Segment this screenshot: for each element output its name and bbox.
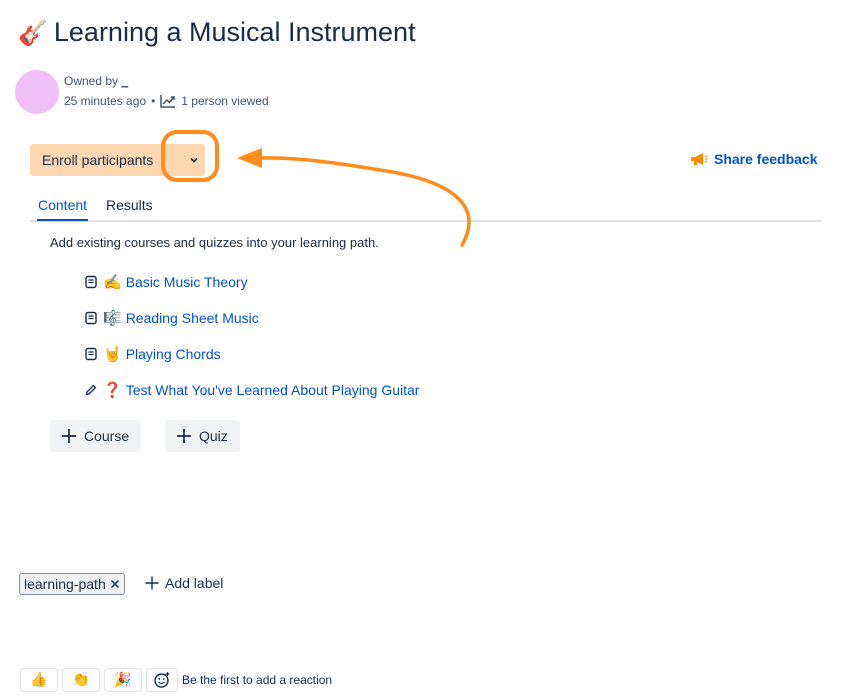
- add-label-button[interactable]: Add label: [145, 575, 223, 591]
- add-reaction-button[interactable]: [146, 668, 178, 692]
- clapping-reaction-button[interactable]: 👏: [62, 668, 100, 692]
- annotation-highlight-circle: [161, 130, 219, 182]
- course-icon: [84, 347, 98, 361]
- thumbs-up-reaction-button[interactable]: 👍: [20, 668, 58, 692]
- enroll-participants-label: Enroll participants: [42, 152, 154, 168]
- add-quiz-button[interactable]: Quiz: [165, 420, 240, 452]
- course-icon: [84, 311, 98, 325]
- clapping-hands-icon: 👏: [72, 672, 90, 688]
- course-link[interactable]: Playing Chords: [126, 346, 221, 362]
- add-emoji-icon: [154, 672, 170, 688]
- question-mark-icon: ❓: [103, 381, 122, 399]
- arrow-head: [237, 148, 262, 168]
- page-title-text: Learning a Musical Instrument: [53, 17, 416, 47]
- rock-hand-icon: 🤘: [103, 345, 122, 363]
- list-item[interactable]: ✍️ Basic Music Theory: [84, 273, 248, 291]
- plus-icon: [62, 429, 76, 443]
- pencil-icon: [84, 383, 98, 397]
- list-item[interactable]: 🤘 Playing Chords: [84, 345, 221, 363]
- add-quiz-label: Quiz: [199, 428, 228, 444]
- tab-results[interactable]: Results: [106, 197, 153, 213]
- page-title: 🎸 Learning a Musical Instrument: [18, 14, 416, 51]
- owner-name-link[interactable]: _: [121, 74, 128, 88]
- last-updated: 25 minutes ago: [64, 94, 147, 108]
- megaphone-icon: [691, 153, 708, 165]
- label-text[interactable]: learning-path: [24, 576, 106, 592]
- add-course-button[interactable]: Course: [50, 420, 142, 452]
- course-icon: [84, 275, 98, 289]
- thumbs-up-icon: 👍: [30, 672, 48, 688]
- reaction-prompt: Be the first to add a reaction: [182, 673, 333, 687]
- add-course-label: Course: [84, 428, 130, 444]
- meta-separator: •: [151, 94, 156, 108]
- owner-line: Owned by _: [64, 74, 128, 88]
- share-feedback-label: Share feedback: [714, 151, 818, 167]
- close-icon[interactable]: [110, 579, 120, 589]
- musical-score-icon: 🎼: [103, 309, 122, 327]
- analytics-icon[interactable]: [160, 94, 176, 108]
- course-link[interactable]: Reading Sheet Music: [126, 310, 259, 326]
- page-meta: 25 minutes ago • 1 person viewed: [64, 94, 269, 108]
- owner-prefix: Owned by: [64, 74, 119, 88]
- plus-icon: [145, 576, 159, 590]
- label-chip[interactable]: learning-path: [19, 573, 125, 595]
- tab-bar: Content Results: [30, 194, 822, 222]
- writing-hand-icon: ✍️: [103, 273, 122, 291]
- quiz-link[interactable]: Test What You've Learned About Playing G…: [126, 382, 420, 398]
- plus-icon: [177, 429, 191, 443]
- content-description: Add existing courses and quizzes into yo…: [50, 235, 379, 250]
- party-reaction-button[interactable]: 🎉: [104, 668, 142, 692]
- party-popper-icon: 🎉: [114, 672, 132, 688]
- list-item[interactable]: ❓ Test What You've Learned About Playing…: [84, 381, 419, 399]
- avatar[interactable]: [15, 70, 59, 114]
- guitar-icon: 🎸: [18, 19, 48, 47]
- share-feedback-button[interactable]: Share feedback: [690, 151, 818, 167]
- add-label-text: Add label: [165, 575, 224, 591]
- course-link[interactable]: Basic Music Theory: [126, 274, 248, 290]
- view-count[interactable]: 1 person viewed: [181, 94, 268, 108]
- tab-content[interactable]: Content: [36, 197, 89, 221]
- list-item[interactable]: 🎼 Reading Sheet Music: [84, 309, 259, 327]
